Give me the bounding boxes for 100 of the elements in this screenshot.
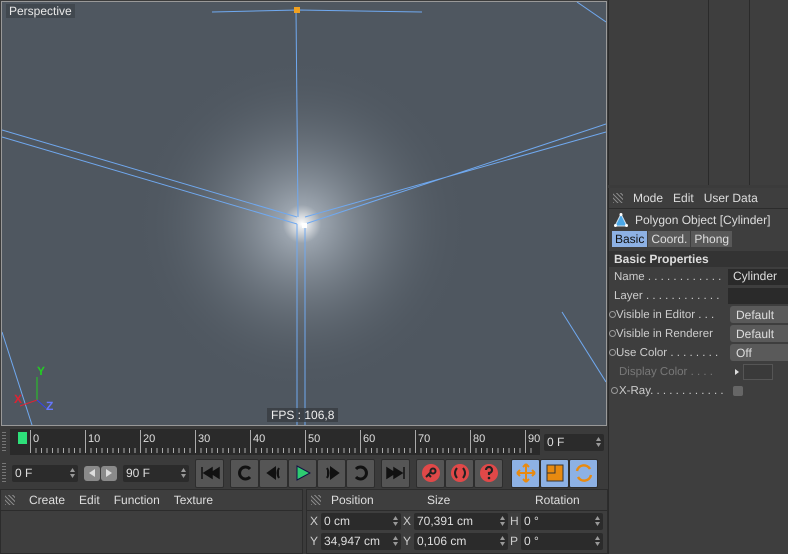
menu-item[interactable]: User Data — [704, 191, 758, 205]
tick-label: 70 — [415, 430, 430, 448]
dropdown[interactable]: Off — [730, 344, 788, 361]
menu-item[interactable]: Texture — [174, 493, 214, 507]
polygon-object-icon — [613, 212, 629, 228]
menu-item[interactable]: Mode — [633, 191, 664, 205]
animation-dot-icon[interactable] — [610, 387, 618, 394]
play-icon — [294, 465, 310, 481]
previous-range-button[interactable] — [84, 466, 100, 480]
menu-item[interactable]: Edit — [79, 493, 100, 507]
property-label: Layer . . . . . . . . . . . . — [614, 290, 720, 302]
next-range-button[interactable] — [101, 466, 117, 480]
spinner-arrows-icon[interactable] — [595, 536, 600, 546]
play-button[interactable] — [288, 458, 317, 488]
property-label: Display Color . . . . — [619, 366, 714, 378]
grip-icon[interactable] — [311, 495, 321, 505]
axis-label: Y — [403, 534, 412, 548]
column-header: Rotation — [535, 493, 580, 507]
animation-dot-icon[interactable] — [609, 330, 616, 337]
coordinate-field[interactable]: 34,947 cm — [321, 532, 401, 550]
go-to-start-button[interactable] — [195, 458, 224, 488]
object-title: Polygon Object [Cylinder] — [635, 213, 770, 227]
tick-label: 90 — [525, 430, 540, 448]
rotate-tool-button[interactable] — [569, 458, 598, 488]
dropdown[interactable]: Default — [730, 325, 788, 342]
spinner-arrows-icon[interactable] — [595, 516, 600, 526]
column-header: Position — [331, 493, 375, 507]
tick-label: 60 — [360, 430, 376, 448]
move-tool-button[interactable] — [511, 458, 540, 488]
property-label: Visible in Renderer — [616, 328, 714, 340]
tick-label: 20 — [140, 430, 156, 448]
animation-dot-icon[interactable] — [609, 311, 616, 318]
scale-square-icon — [546, 464, 564, 482]
tab[interactable]: Basic — [612, 231, 648, 247]
tab[interactable]: Phong — [691, 231, 732, 247]
property-label: X-Ray. . . . . . . . . . . . — [619, 384, 725, 396]
previous-key-button[interactable] — [230, 458, 259, 488]
coordinate-field[interactable]: 0 ° — [521, 512, 603, 530]
tab[interactable]: Coord. — [648, 231, 690, 247]
checkbox[interactable] — [733, 386, 743, 396]
viewport[interactable]: Perspective Y X Z FPS : 106,8 — [1, 1, 607, 426]
property-label: Name . . . . . . . . . . . . — [614, 270, 722, 282]
property-label: Use Color . . . . . . . . — [616, 346, 720, 358]
animation-dot-icon[interactable] — [609, 349, 616, 356]
spinner-arrows-icon[interactable] — [70, 468, 75, 478]
step-forward-icon — [324, 466, 340, 480]
section-header: Basic Properties — [609, 251, 788, 267]
right-triangle-icon — [106, 469, 112, 477]
timeline-ruler[interactable]: 0 10 20 30 40 50 60 70 80 90 — [10, 429, 540, 455]
grip-icon[interactable] — [5, 495, 15, 505]
left-triangle-icon — [89, 469, 95, 477]
tick-label: 0 — [30, 430, 40, 448]
autokey-button[interactable] — [445, 458, 474, 488]
axis-label: Y — [37, 365, 46, 377]
axis-label: X — [403, 514, 412, 528]
end-frame-field[interactable]: 90 F — [123, 464, 189, 482]
menu-item[interactable]: Edit — [673, 191, 694, 205]
fps-readout: FPS : 106,8 — [267, 408, 338, 422]
tick-label: 80 — [470, 430, 486, 448]
coordinate-field[interactable]: 70,391 cm — [414, 512, 508, 530]
spinner-arrows-icon[interactable] — [596, 437, 601, 447]
spinner-arrows-icon[interactable] — [393, 516, 398, 526]
grip-icon[interactable] — [613, 193, 623, 203]
spinner-arrows-icon[interactable] — [393, 536, 398, 546]
rotate-arrows-icon — [574, 463, 594, 483]
scale-tool-button[interactable] — [540, 458, 569, 488]
skip-forward-icon — [386, 466, 406, 480]
viewport-title: Perspective — [6, 4, 75, 18]
menu-item[interactable]: Create — [29, 493, 66, 507]
spinner-arrows-icon[interactable] — [181, 468, 186, 478]
spinner-arrows-icon[interactable] — [500, 536, 505, 546]
playhead-marker[interactable] — [18, 432, 27, 444]
next-key-button[interactable] — [346, 458, 375, 488]
menu-item[interactable]: Function — [114, 493, 160, 507]
dropdown[interactable]: Default — [730, 306, 788, 323]
help-button[interactable] — [474, 458, 503, 488]
autokey-icon — [450, 463, 470, 483]
property-label: Visible in Editor . . . — [616, 308, 716, 320]
record-key-button[interactable] — [416, 458, 445, 488]
coordinate-field[interactable]: 0,106 cm — [414, 532, 508, 550]
frame-field[interactable]: 0 F — [544, 434, 604, 450]
text-field[interactable]: Cylinder — [728, 268, 788, 284]
start-frame-field[interactable]: 0 F — [12, 464, 78, 482]
axis-label: P — [510, 534, 519, 548]
axis-label: X — [14, 393, 22, 405]
skip-back-icon — [200, 466, 220, 480]
axis-label: Y — [310, 534, 319, 548]
grip-icon[interactable] — [2, 463, 6, 483]
move-arrows-icon — [516, 463, 536, 483]
grip-icon[interactable] — [2, 432, 6, 452]
tick-label: 40 — [250, 430, 266, 448]
coordinate-field[interactable]: 0 cm — [321, 512, 401, 530]
coordinate-field[interactable]: 0 ° — [521, 532, 603, 550]
spinner-arrows-icon[interactable] — [500, 516, 505, 526]
column-header: Size — [427, 493, 452, 507]
key-icon — [420, 463, 440, 483]
axis-label: X — [310, 514, 319, 528]
tick-label: 50 — [305, 430, 320, 448]
go-to-end-button[interactable] — [381, 458, 410, 488]
tick-label: 10 — [85, 430, 100, 448]
